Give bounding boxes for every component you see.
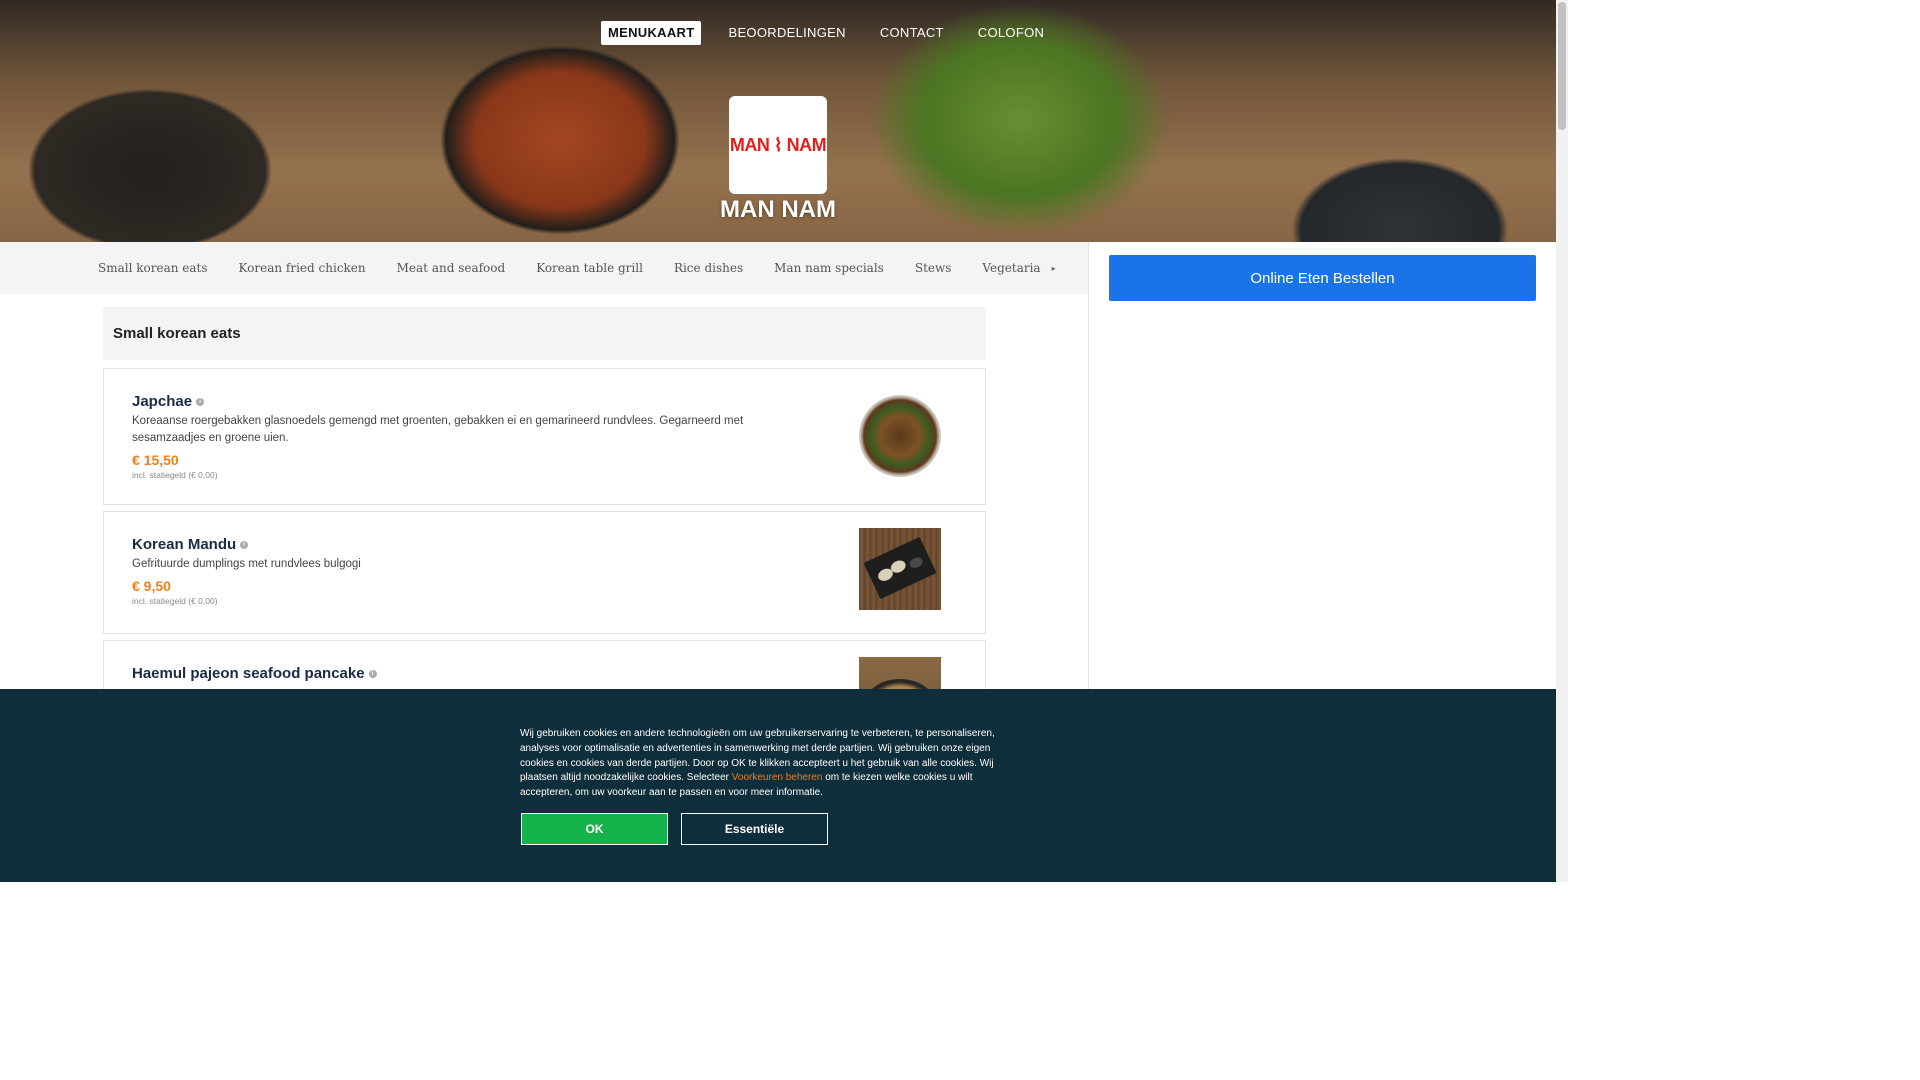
cookie-preferences-link[interactable]: Voorkeuren beheren: [732, 772, 823, 783]
category-rice-dishes[interactable]: Rice dishes: [674, 261, 743, 275]
item-name: Korean Mandu: [132, 536, 237, 553]
category-vegetaria[interactable]: Vegetaria: [982, 261, 1040, 275]
section-title: Small korean eats: [103, 307, 986, 360]
nav-colofon[interactable]: COLOFON: [971, 21, 1051, 45]
top-nav: MENUKAART BEOORDELINGEN CONTACT COLOFON: [601, 21, 1051, 45]
category-small-korean-eats[interactable]: Small korean eats: [98, 261, 208, 275]
item-photo: [859, 395, 941, 477]
nav-contact[interactable]: CONTACT: [873, 21, 951, 45]
cookie-essential-button[interactable]: Essentiële: [681, 813, 828, 845]
categories-more-chevron-icon[interactable]: ▸: [1052, 264, 1056, 273]
item-price: € 9,50: [132, 578, 171, 594]
restaurant-logo: MAN ⌇ NAM: [729, 96, 827, 194]
item-price: € 15,50: [132, 452, 179, 468]
restaurant-name: MAN NAM: [720, 196, 836, 223]
category-stews[interactable]: Stews: [915, 261, 952, 275]
info-icon[interactable]: i: [240, 541, 249, 550]
category-korean-table-grill[interactable]: Korean table grill: [536, 261, 643, 275]
cookie-ok-button[interactable]: OK: [521, 813, 668, 845]
item-deposit: incl. statiegeld (€ 0,00): [132, 596, 218, 606]
item-description: Koreaanse roergebakken glasnoedels gemen…: [132, 415, 744, 444]
cookie-banner: Wij gebruiken cookies en andere technolo…: [0, 689, 1556, 882]
item-name: Japchae: [132, 393, 193, 410]
info-icon[interactable]: i: [196, 398, 205, 407]
item-deposit: incl. statiegeld (€ 0,00): [132, 470, 218, 480]
nav-menukaart[interactable]: MENUKAART: [601, 21, 702, 45]
category-bar: Small korean eats Korean fried chicken M…: [0, 242, 1089, 294]
menu-item-korean-mandu[interactable]: Korean Mandu i Gefrituurde dumplings met …: [103, 511, 986, 634]
scrollbar[interactable]: [1556, 0, 1568, 882]
logo-text: MAN ⌇ NAM: [729, 134, 827, 155]
info-icon[interactable]: i: [368, 670, 377, 679]
cookie-text: Wij gebruiken cookies en andere technolo…: [520, 727, 1020, 801]
item-title: Haemul pajeon seafood pancake i: [132, 665, 377, 682]
category-korean-fried-chicken[interactable]: Korean fried chicken: [239, 261, 366, 275]
order-online-button[interactable]: Online Eten Bestellen: [1109, 255, 1536, 301]
scrollbar-thumb[interactable]: [1558, 2, 1566, 130]
nav-beoordelingen[interactable]: BEOORDELINGEN: [721, 21, 852, 45]
item-photo: [859, 528, 941, 610]
item-description: Gefrituurde dumplings met rundvlees bulg…: [132, 558, 361, 570]
item-title: Korean Mandu i: [132, 536, 249, 553]
item-title: Japchae i: [132, 393, 205, 410]
item-name: Haemul pajeon seafood pancake: [132, 665, 365, 682]
menu-item-japchae[interactable]: Japchae i Koreaanse roergebakken glasnoed…: [103, 368, 986, 505]
category-meat-and-seafood[interactable]: Meat and seafood: [397, 261, 506, 275]
category-man-nam-specials[interactable]: Man nam specials: [774, 261, 884, 275]
